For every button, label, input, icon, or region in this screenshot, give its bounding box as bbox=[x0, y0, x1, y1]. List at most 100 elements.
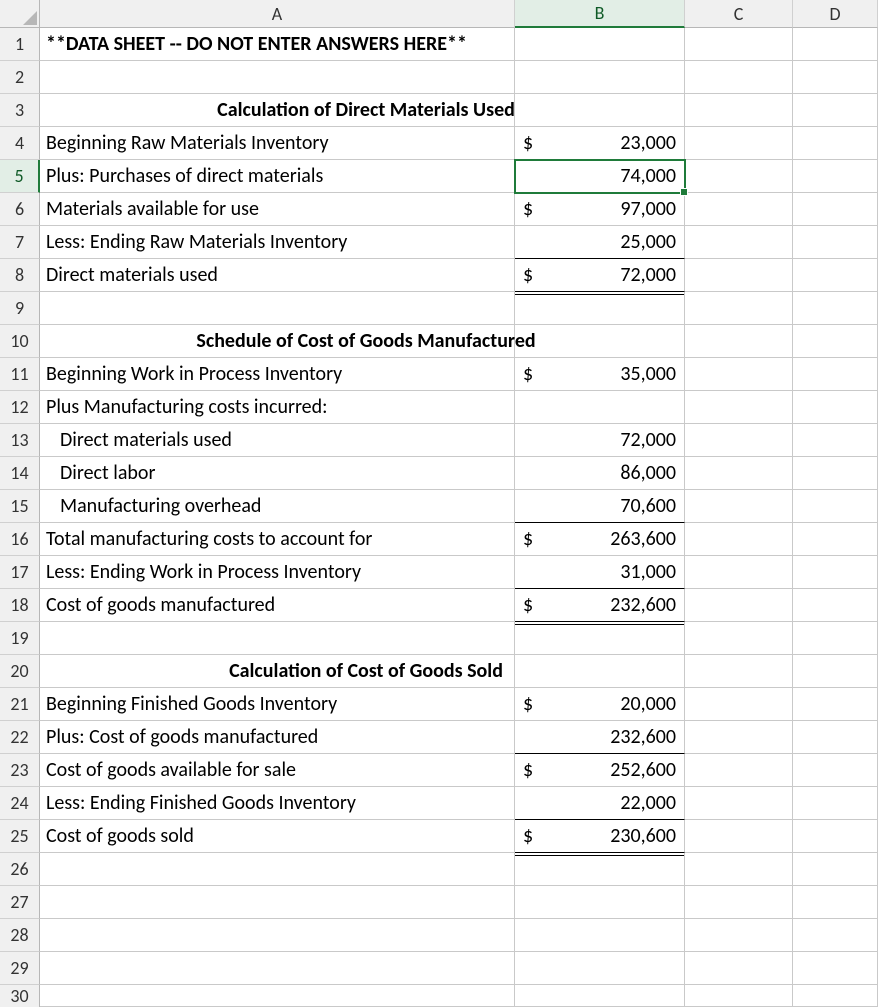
cell-C2[interactable] bbox=[685, 61, 793, 94]
cell-D24[interactable] bbox=[793, 787, 878, 820]
cell-A28[interactable] bbox=[40, 919, 515, 952]
cell-C15[interactable] bbox=[685, 490, 793, 523]
cell-D18[interactable] bbox=[793, 589, 878, 622]
cell-B29[interactable] bbox=[515, 952, 685, 985]
row-header-11[interactable]: 11 bbox=[0, 358, 40, 391]
cell-C24[interactable] bbox=[685, 787, 793, 820]
cell-A11[interactable]: Beginning Work in Process Inventory bbox=[40, 358, 515, 391]
cell-B17[interactable]: 31,000 bbox=[515, 556, 685, 589]
cell-D29[interactable] bbox=[793, 952, 878, 985]
cell-C9[interactable] bbox=[685, 292, 793, 325]
cell-B16[interactable]: $263,600 bbox=[515, 523, 685, 556]
row-header-20[interactable]: 20 bbox=[0, 655, 40, 688]
row-header-5[interactable]: 5 bbox=[0, 160, 40, 193]
cell-C27[interactable] bbox=[685, 886, 793, 919]
cell-C14[interactable] bbox=[685, 457, 793, 490]
cell-D16[interactable] bbox=[793, 523, 878, 556]
row-header-3[interactable]: 3 bbox=[0, 94, 40, 127]
cell-C10[interactable] bbox=[685, 325, 793, 358]
row-header-24[interactable]: 24 bbox=[0, 787, 40, 820]
cell-A4[interactable]: Beginning Raw Materials Inventory bbox=[40, 127, 515, 160]
cell-B28[interactable] bbox=[515, 919, 685, 952]
column-header-C[interactable]: C bbox=[685, 0, 793, 28]
cell-C23[interactable] bbox=[685, 754, 793, 787]
cell-A18[interactable]: Cost of goods manufactured bbox=[40, 589, 515, 622]
row-header-1[interactable]: 1 bbox=[0, 28, 40, 61]
cell-C18[interactable] bbox=[685, 589, 793, 622]
cell-A23[interactable]: Cost of goods available for sale bbox=[40, 754, 515, 787]
cell-C25[interactable] bbox=[685, 820, 793, 853]
cell-B24[interactable]: 22,000 bbox=[515, 787, 685, 820]
cell-A24[interactable]: Less: Ending Finished Goods Inventory bbox=[40, 787, 515, 820]
row-header-23[interactable]: 23 bbox=[0, 754, 40, 787]
cell-B27[interactable] bbox=[515, 886, 685, 919]
cell-D23[interactable] bbox=[793, 754, 878, 787]
row-header-27[interactable]: 27 bbox=[0, 886, 40, 919]
cell-D1[interactable] bbox=[793, 28, 878, 61]
cell-D3[interactable] bbox=[793, 94, 878, 127]
row-header-22[interactable]: 22 bbox=[0, 721, 40, 754]
cell-D7[interactable] bbox=[793, 226, 878, 259]
cell-D30[interactable] bbox=[793, 985, 878, 1007]
row-header-28[interactable]: 28 bbox=[0, 919, 40, 952]
cell-B5[interactable]: 74,000 bbox=[515, 160, 685, 193]
cell-C1[interactable] bbox=[685, 28, 793, 61]
cell-A19[interactable] bbox=[40, 622, 515, 655]
cell-C30[interactable] bbox=[685, 985, 793, 1007]
cell-D17[interactable] bbox=[793, 556, 878, 589]
cell-B30[interactable] bbox=[515, 985, 685, 1007]
cell-C3[interactable] bbox=[685, 94, 793, 127]
cell-C11[interactable] bbox=[685, 358, 793, 391]
cell-D2[interactable] bbox=[793, 61, 878, 94]
cell-A7[interactable]: Less: Ending Raw Materials Inventory bbox=[40, 226, 515, 259]
cell-C5[interactable] bbox=[685, 160, 793, 193]
cell-B23[interactable]: $252,600 bbox=[515, 754, 685, 787]
row-header-18[interactable]: 18 bbox=[0, 589, 40, 622]
cell-D14[interactable] bbox=[793, 457, 878, 490]
cell-C17[interactable] bbox=[685, 556, 793, 589]
row-header-16[interactable]: 16 bbox=[0, 523, 40, 556]
cell-D26[interactable] bbox=[793, 853, 878, 886]
cell-B6[interactable]: $97,000 bbox=[515, 193, 685, 226]
cell-A2[interactable] bbox=[40, 61, 515, 94]
cell-A15[interactable]: Manufacturing overhead bbox=[40, 490, 515, 523]
cell-C21[interactable] bbox=[685, 688, 793, 721]
cell-A14[interactable]: Direct labor bbox=[40, 457, 515, 490]
row-header-7[interactable]: 7 bbox=[0, 226, 40, 259]
cell-B25[interactable]: $230,600 bbox=[515, 820, 685, 853]
cell-A16[interactable]: Total manufacturing costs to account for bbox=[40, 523, 515, 556]
cell-B4[interactable]: $23,000 bbox=[515, 127, 685, 160]
cell-D6[interactable] bbox=[793, 193, 878, 226]
cell-D19[interactable] bbox=[793, 622, 878, 655]
cell-A6[interactable]: Materials available for use bbox=[40, 193, 515, 226]
row-header-30[interactable]: 30 bbox=[0, 985, 40, 1007]
column-header-B[interactable]: B bbox=[515, 0, 685, 28]
cell-C16[interactable] bbox=[685, 523, 793, 556]
row-header-21[interactable]: 21 bbox=[0, 688, 40, 721]
cell-C6[interactable] bbox=[685, 193, 793, 226]
cell-D11[interactable] bbox=[793, 358, 878, 391]
row-header-13[interactable]: 13 bbox=[0, 424, 40, 457]
cell-D25[interactable] bbox=[793, 820, 878, 853]
row-header-10[interactable]: 10 bbox=[0, 325, 40, 358]
cell-C28[interactable] bbox=[685, 919, 793, 952]
row-header-9[interactable]: 9 bbox=[0, 292, 40, 325]
cell-D8[interactable] bbox=[793, 259, 878, 292]
cell-A8[interactable]: Direct materials used bbox=[40, 259, 515, 292]
cell-B1[interactable] bbox=[515, 28, 685, 61]
cell-B18[interactable]: $232,600 bbox=[515, 589, 685, 622]
cell-C12[interactable] bbox=[685, 391, 793, 424]
row-header-26[interactable]: 26 bbox=[0, 853, 40, 886]
cell-C8[interactable] bbox=[685, 259, 793, 292]
cell-A26[interactable] bbox=[40, 853, 515, 886]
row-header-6[interactable]: 6 bbox=[0, 193, 40, 226]
cell-A3[interactable]: Calculation of Direct Materials Used bbox=[40, 94, 515, 127]
cell-D9[interactable] bbox=[793, 292, 878, 325]
cell-D27[interactable] bbox=[793, 886, 878, 919]
cell-A29[interactable] bbox=[40, 952, 515, 985]
row-header-19[interactable]: 19 bbox=[0, 622, 40, 655]
row-header-17[interactable]: 17 bbox=[0, 556, 40, 589]
cell-D13[interactable] bbox=[793, 424, 878, 457]
cell-D20[interactable] bbox=[793, 655, 878, 688]
row-header-4[interactable]: 4 bbox=[0, 127, 40, 160]
